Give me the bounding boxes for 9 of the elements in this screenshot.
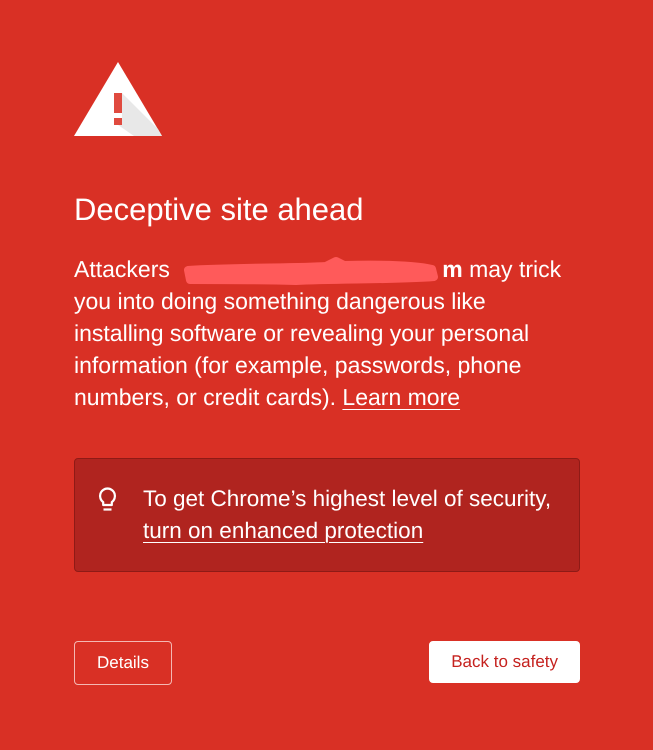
enhanced-protection-link[interactable]: turn on enhanced protection (143, 518, 424, 543)
security-tip-text: To get Chrome’s highest level of security, turn on enhanced protection (143, 485, 552, 545)
warning-message: Attackers m may trick you into doing something dangerous like installing software or revealing your personal information (for example, passwords, phone numbers, or credit cards). Learn more (74, 253, 580, 413)
details-button[interactable]: Details (74, 641, 172, 685)
back-to-safety-button[interactable]: Back to safety (429, 641, 580, 683)
warning-triangle-icon (74, 62, 162, 136)
page-title: Deceptive site ahead (74, 191, 364, 229)
learn-more-link[interactable]: Learn more (342, 384, 460, 410)
lightbulb-icon (97, 487, 118, 511)
